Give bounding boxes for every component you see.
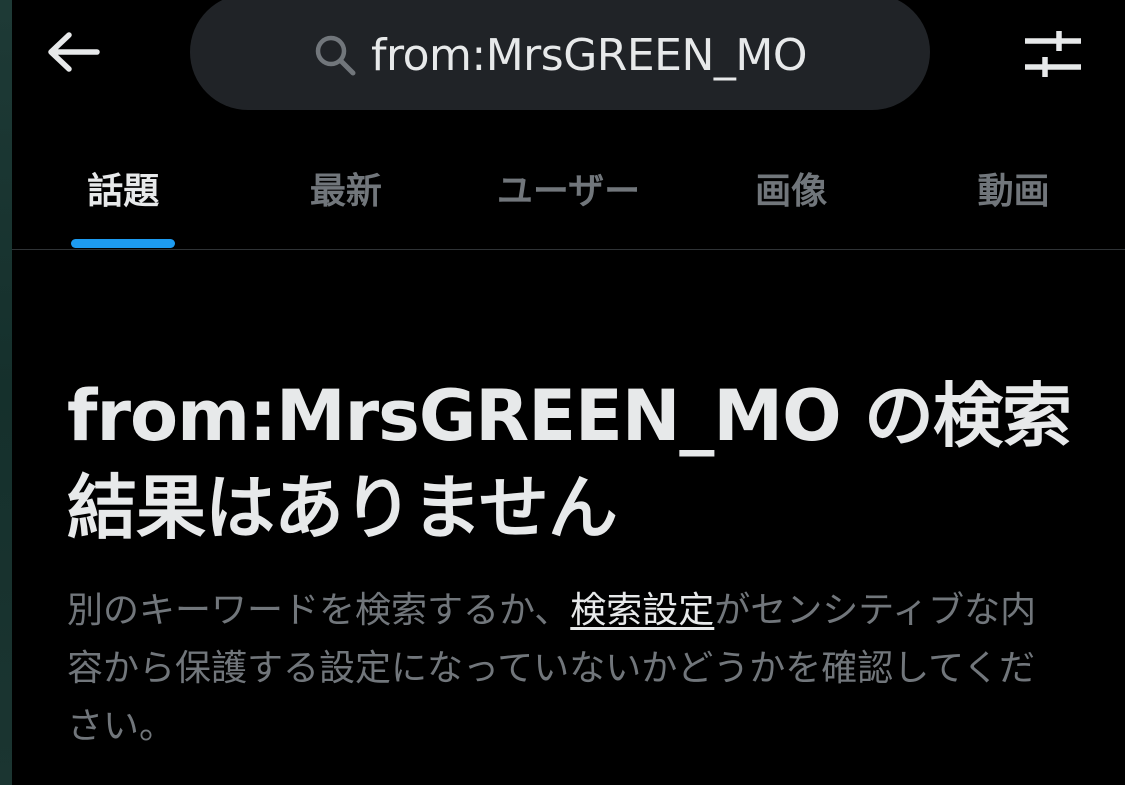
search-tabs: 話題 最新 ユーザー 画像 動画 xyxy=(12,128,1125,248)
back-button[interactable] xyxy=(42,24,104,80)
tab-videos[interactable]: 動画 xyxy=(902,128,1125,248)
search-bar[interactable]: from:MrsGREEN_MO xyxy=(190,0,930,110)
active-tab-indicator xyxy=(71,239,176,248)
tab-label: 画像 xyxy=(755,171,828,212)
search-results-screen: from:MrsGREEN_MO 話題 最新 ユーザー 画像 動画 from:M… xyxy=(12,0,1125,785)
tab-label: 話題 xyxy=(87,171,160,212)
tab-top[interactable]: 話題 xyxy=(12,128,235,248)
description-text: 別のキーワードを検索するか、 xyxy=(67,590,571,631)
background-edge-strip xyxy=(0,0,12,785)
arrow-left-icon xyxy=(48,32,100,72)
empty-state-description: 別のキーワードを検索するか、検索設定がセンシティブな内容から保護する設定になって… xyxy=(67,582,1067,756)
tabs-divider xyxy=(12,249,1125,250)
search-settings-link[interactable]: 検索設定 xyxy=(570,590,714,631)
tab-label: 動画 xyxy=(977,171,1050,212)
tab-latest[interactable]: 最新 xyxy=(235,128,458,248)
tab-label: ユーザー xyxy=(496,171,641,212)
tab-label: 最新 xyxy=(309,171,382,212)
tab-users[interactable]: ユーザー xyxy=(457,128,680,248)
sliders-icon xyxy=(1025,31,1081,77)
search-icon xyxy=(313,33,357,77)
tab-images[interactable]: 画像 xyxy=(680,128,903,248)
empty-state-title: from:MrsGREEN_MO の検索結果はありません xyxy=(67,375,1072,549)
search-filter-button[interactable] xyxy=(1020,24,1086,84)
search-query[interactable]: from:MrsGREEN_MO xyxy=(371,30,807,81)
